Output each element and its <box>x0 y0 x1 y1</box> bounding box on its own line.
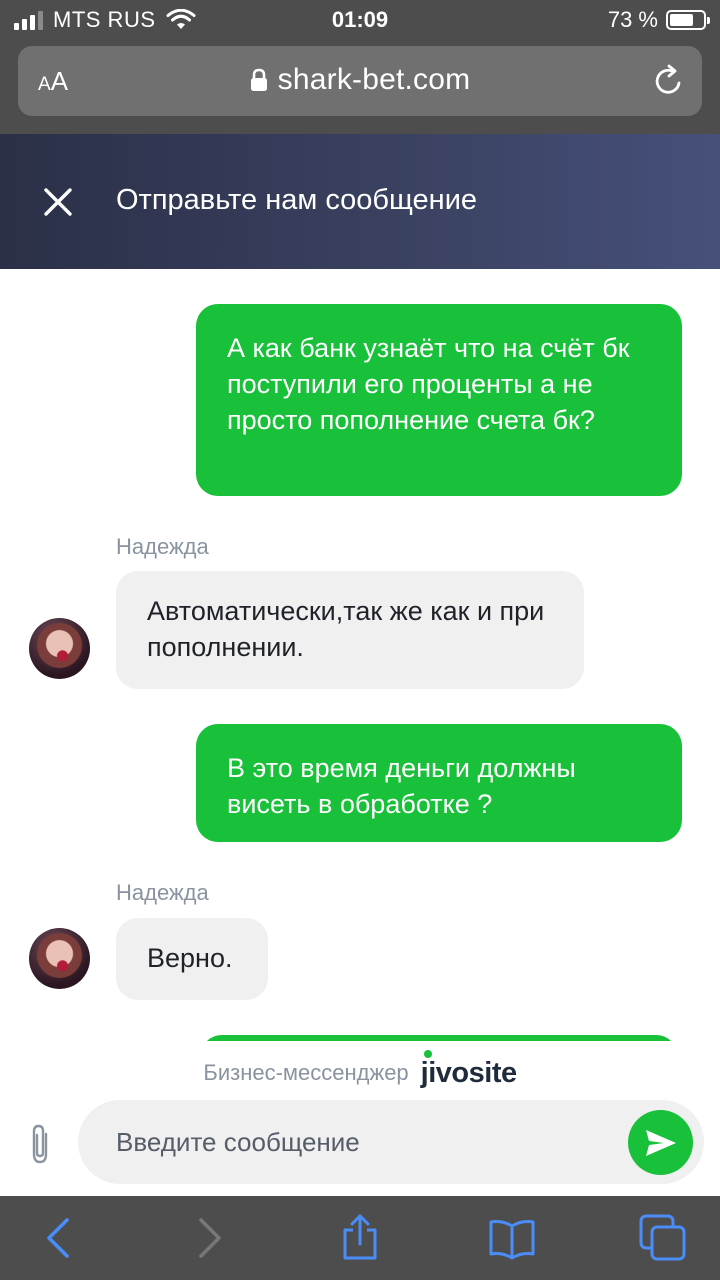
status-right: 73 % <box>607 6 710 34</box>
message-text: А как банк узнаёт что на счёт бк поступи… <box>227 333 630 435</box>
reload-icon[interactable] <box>652 64 686 98</box>
lock-icon <box>250 68 267 91</box>
message-input-container[interactable] <box>78 1100 704 1184</box>
paperclip-icon[interactable] <box>22 1122 60 1166</box>
outgoing-message: А как банк узнаёт что на счёт бк поступи… <box>196 304 682 496</box>
incoming-message: Автоматически,так же как и при пополнени… <box>116 571 584 689</box>
bookmarks-icon[interactable] <box>488 1214 536 1262</box>
battery-icon <box>666 10 710 30</box>
send-button[interactable] <box>628 1110 693 1175</box>
message-composer <box>0 1098 720 1196</box>
battery-level <box>670 14 694 26</box>
chat-header: Отправьте нам сообщение <box>0 134 720 269</box>
operator-avatar <box>29 618 90 679</box>
back-icon[interactable] <box>35 1214 83 1262</box>
tabs-icon[interactable] <box>639 1214 687 1262</box>
address-bar[interactable]: AA shark-bet.com <box>18 46 702 116</box>
status-bar: MTS RUS 01:09 73 % <box>0 0 720 40</box>
branding: Бизнес-мессенджер jivosite <box>0 1049 720 1096</box>
close-icon[interactable] <box>38 182 78 222</box>
outgoing-message-partial <box>200 1035 678 1041</box>
message-input[interactable] <box>116 1100 616 1184</box>
browser-toolbar <box>0 1196 720 1280</box>
chat-title: Отправьте нам сообщение <box>116 184 478 216</box>
url-display[interactable]: shark-bet.com <box>18 63 702 97</box>
battery-percent: 73 % <box>607 7 658 32</box>
incoming-message: Верно. <box>116 918 268 1000</box>
jivosite-logo[interactable]: jivosite <box>421 1049 517 1090</box>
message-text: В это время деньги должны висеть в обраб… <box>227 753 576 819</box>
message-text: Верно. <box>147 943 233 973</box>
send-icon <box>646 1130 676 1156</box>
sender-name: Надежда <box>116 880 209 905</box>
forward-icon[interactable] <box>185 1214 233 1262</box>
url-text: shark-bet.com <box>277 63 471 96</box>
share-icon[interactable] <box>336 1214 384 1262</box>
operator-avatar <box>29 928 90 989</box>
sender-name: Надежда <box>116 534 209 559</box>
message-list[interactable]: А как банк узнаёт что на счёт бк поступи… <box>0 269 720 1041</box>
branding-label: Бизнес-мессенджер <box>203 1060 409 1085</box>
outgoing-message: В это время деньги должны висеть в обраб… <box>196 724 682 842</box>
message-text: Автоматически,так же как и при пополнени… <box>147 596 545 662</box>
browser-top-bar: MTS RUS 01:09 73 % AA shark-bet.com <box>0 0 720 134</box>
